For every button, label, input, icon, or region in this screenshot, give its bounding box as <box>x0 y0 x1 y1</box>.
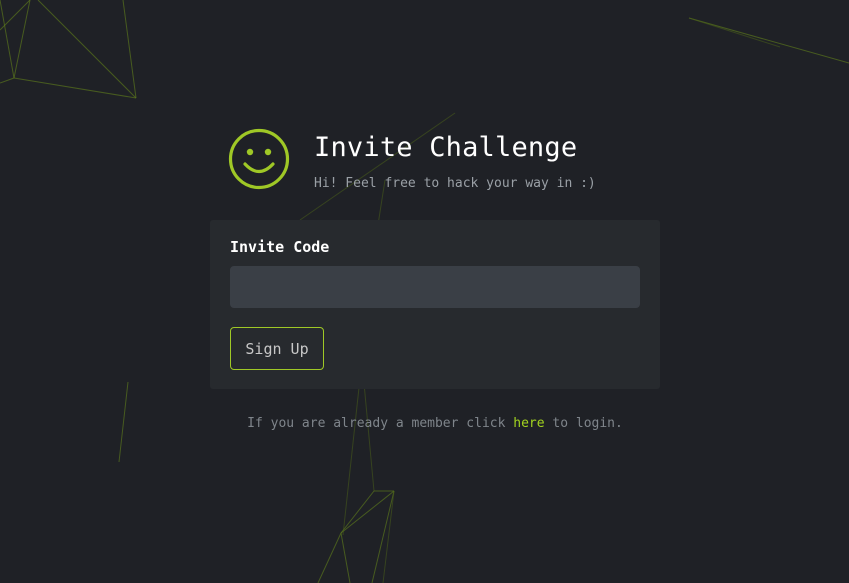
login-note-prefix: If you are already a member click <box>247 416 514 431</box>
header: Invite Challenge Hi! Feel free to hack y… <box>228 128 596 192</box>
invite-code-input[interactable] <box>230 266 640 308</box>
page-title: Invite Challenge <box>314 132 578 163</box>
sign-up-button[interactable]: Sign Up <box>230 327 324 370</box>
login-note-suffix: to login. <box>544 416 623 431</box>
smiley-icon <box>228 128 290 190</box>
login-link[interactable]: here <box>513 416 544 431</box>
page-subtitle: Hi! Feel free to hack your way in :) <box>314 176 596 191</box>
login-note: If you are already a member click here t… <box>0 416 849 432</box>
invite-form: Invite Code Sign Up <box>210 220 660 389</box>
invite-code-label: Invite Code <box>230 238 330 256</box>
header-titles: Invite Challenge Hi! Feel free to hack y… <box>314 128 596 192</box>
